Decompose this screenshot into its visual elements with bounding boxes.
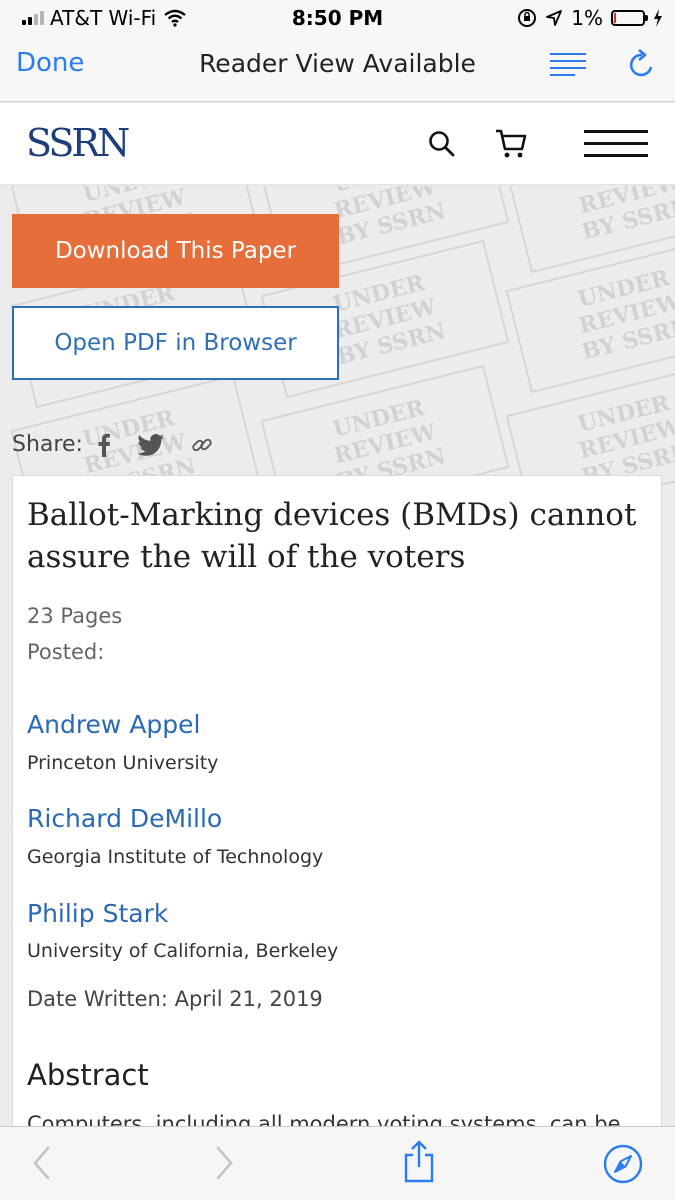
share-row: Share: [12,432,239,457]
forward-icon[interactable] [214,1145,236,1181]
location-icon [546,10,563,26]
author-affiliation: Georgia Institute of Technology [27,846,324,868]
browser-navbar: Done Reader View Available [0,36,675,102]
author-affiliation: University of California, Berkeley [27,940,339,962]
reader-view-icon[interactable] [550,53,586,77]
page-content: UNDER REVIEWBY SSRN UNDER REVIEWBY SSRN … [0,186,675,1126]
author-link[interactable]: Andrew Appel [27,710,201,739]
share-label: Share: [12,432,83,457]
abstract-text: Computers, including all modern voting s… [27,1112,621,1126]
menu-icon[interactable] [584,130,648,160]
search-icon[interactable] [428,130,456,158]
page-count: 23 Pages [27,604,123,628]
download-paper-button[interactable]: Download This Paper [12,214,339,288]
share-icon[interactable] [402,1139,436,1183]
author-affiliation: Princeton University [27,752,219,774]
paper-title: Ballot-Marking devices (BMDs) cannot ass… [27,497,637,575]
rotation-lock-icon [518,9,537,27]
twitter-icon[interactable] [137,433,165,456]
status-right: 1% [517,6,663,30]
battery-icon [611,10,648,26]
open-pdf-button[interactable]: Open PDF in Browser [12,306,339,380]
date-written: Date Written: April 21, 2019 [27,987,323,1011]
author-link[interactable]: Philip Stark [27,899,168,928]
safari-compass-icon[interactable] [602,1143,644,1185]
back-icon[interactable] [30,1145,52,1181]
cart-icon[interactable] [494,127,528,161]
status-bar: AT&T Wi-Fi 8:50 PM 1% [0,0,675,36]
link-icon[interactable] [191,434,213,456]
posted-label: Posted: [27,640,105,664]
abstract-heading: Abstract [27,1058,149,1092]
author-link[interactable]: Richard DeMillo [27,804,222,833]
charging-icon [654,9,662,27]
facebook-icon[interactable] [97,433,111,457]
site-header: SSRN [0,103,675,185]
paper-card: Ballot-Marking devices (BMDs) cannot ass… [12,475,662,1126]
battery-percent: 1% [571,6,603,30]
reload-icon[interactable] [625,48,659,82]
browser-toolbar [0,1126,675,1200]
ssrn-logo[interactable]: SSRN [26,121,130,165]
